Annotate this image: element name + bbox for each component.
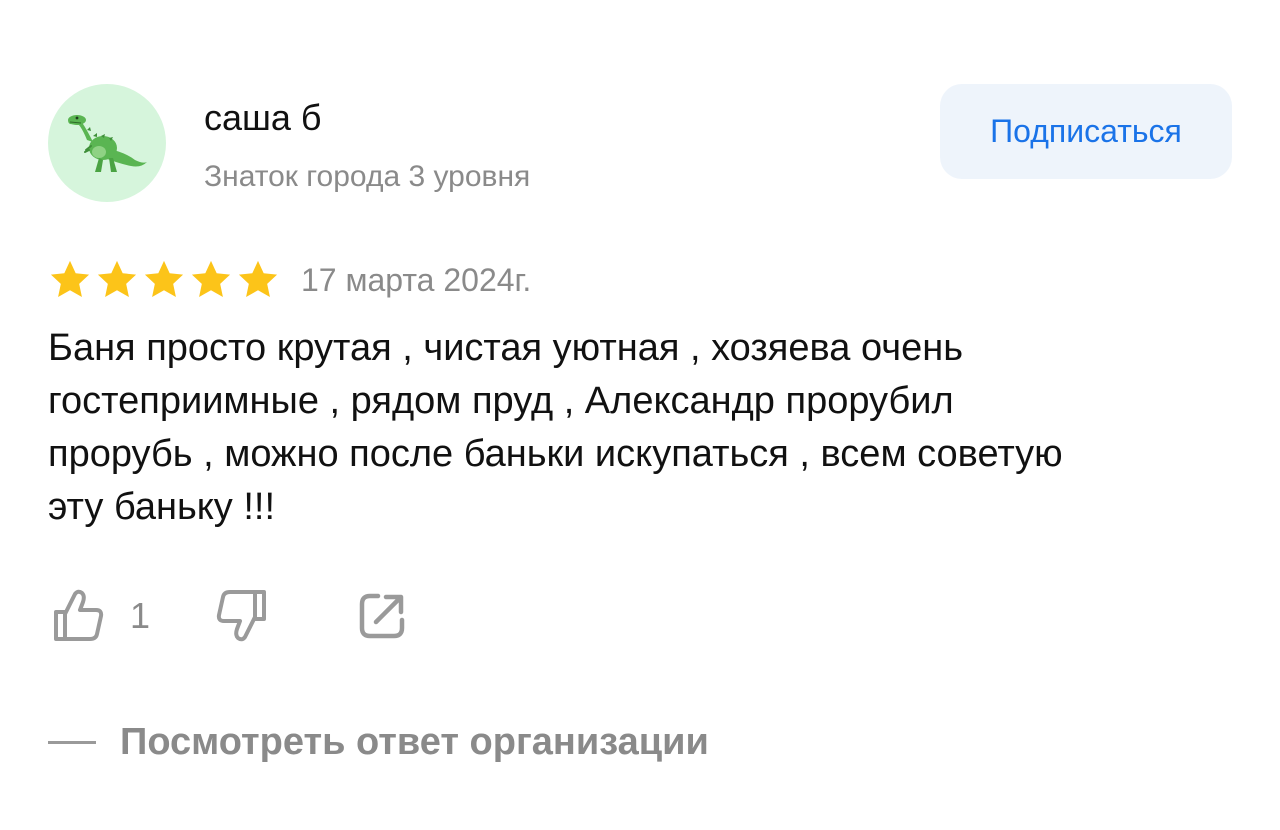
star-icon bbox=[191, 260, 231, 298]
dinosaur-icon bbox=[68, 115, 147, 172]
author-level: Знаток города 3 уровня bbox=[204, 160, 531, 193]
avatar[interactable] bbox=[48, 84, 166, 202]
star-icon bbox=[97, 260, 137, 298]
org-reply-label: Посмотреть ответ организации bbox=[120, 720, 709, 763]
share-button[interactable] bbox=[354, 588, 410, 644]
review-text: Баня просто крутая , чистая уютная , хоз… bbox=[48, 327, 1063, 528]
thumbs-up-icon bbox=[54, 589, 104, 641]
divider-dash bbox=[48, 740, 96, 744]
star-icon bbox=[50, 260, 90, 298]
review-date: 17 марта 2024г. bbox=[301, 262, 532, 298]
share-icon bbox=[359, 593, 405, 639]
subscribe-button[interactable]: Подписаться bbox=[940, 84, 1232, 179]
author-name[interactable]: саша б bbox=[204, 96, 322, 140]
star-rating bbox=[48, 258, 280, 302]
star-icon bbox=[144, 260, 184, 298]
rating-row: 17 марта 2024г. bbox=[48, 255, 531, 305]
dislike-button[interactable] bbox=[212, 586, 272, 646]
star-icon bbox=[238, 260, 278, 298]
org-reply-toggle[interactable]: Посмотреть ответ организации bbox=[48, 718, 709, 766]
like-button[interactable]: 1 bbox=[48, 586, 150, 646]
thumbs-down-icon bbox=[216, 590, 267, 642]
review-actions: 1 bbox=[48, 584, 410, 648]
like-count: 1 bbox=[130, 595, 151, 636]
review-card: саша б Знаток города 3 уровня Подписатьс… bbox=[0, 0, 1280, 830]
